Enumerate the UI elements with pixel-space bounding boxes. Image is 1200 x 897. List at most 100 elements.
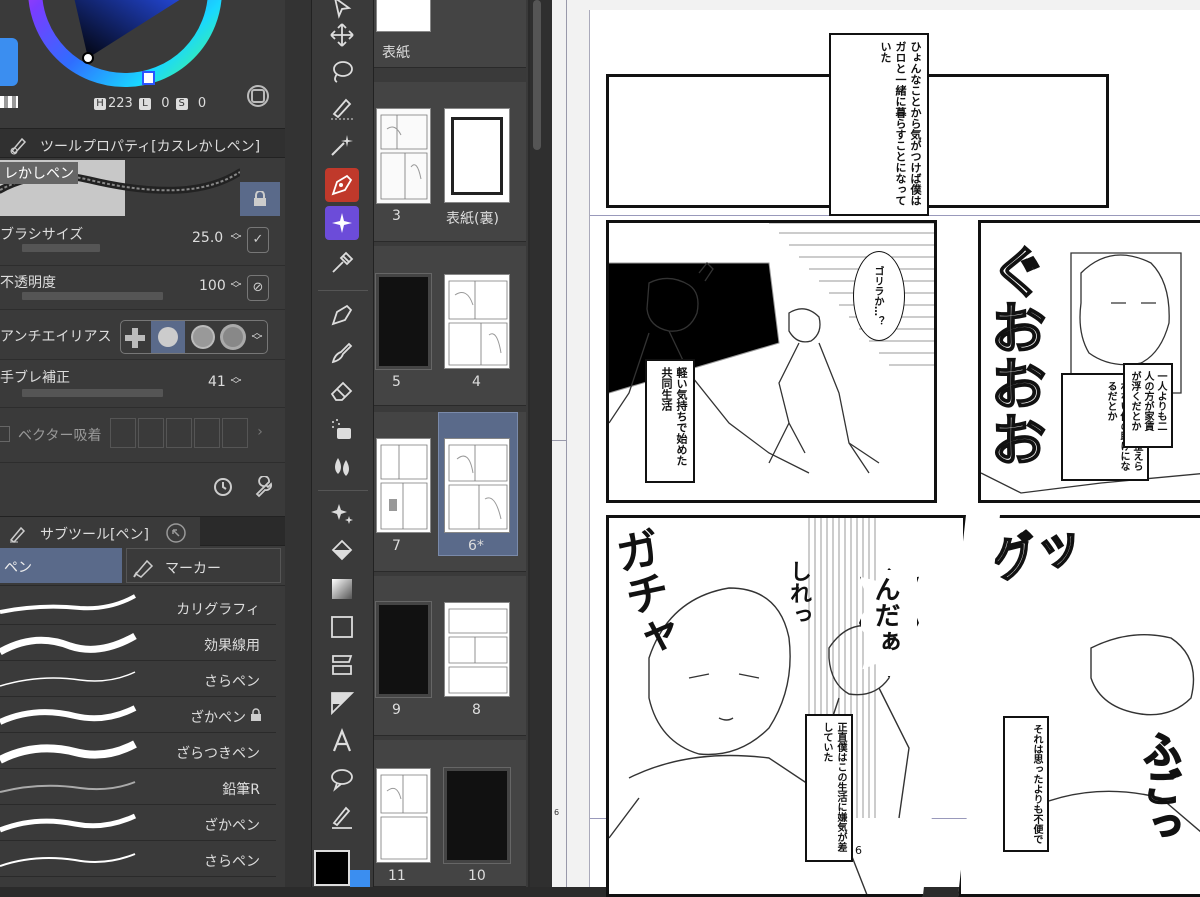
sub-color-chip[interactable] bbox=[350, 870, 370, 887]
brush-item[interactable]: ざかペン bbox=[0, 806, 276, 841]
brush-item[interactable]: さらペン bbox=[0, 842, 276, 877]
brush-item[interactable]: ざらつきペン bbox=[0, 734, 276, 769]
antialias-weak-option[interactable] bbox=[151, 321, 185, 353]
main-color-chip[interactable] bbox=[314, 850, 350, 886]
frame-tool[interactable] bbox=[325, 648, 359, 682]
page-thumbnail[interactable] bbox=[443, 767, 511, 864]
selection-pen-tool[interactable] bbox=[325, 90, 359, 124]
decoration-tool[interactable] bbox=[325, 496, 359, 530]
lasso-tool[interactable] bbox=[325, 54, 359, 88]
balloon-icon bbox=[331, 769, 353, 792]
canvas-area[interactable]: 6 ひょんなことから気がつけば僕はガロと一緒に暮らすことになっていた ゴリラか…… bbox=[552, 0, 1200, 897]
brush-item[interactable]: 効果線用 bbox=[0, 626, 276, 661]
antialias-none-icon[interactable] bbox=[125, 328, 145, 348]
page-label: 5 bbox=[392, 374, 401, 390]
antialias-medium-option[interactable] bbox=[193, 327, 213, 347]
brush-item[interactable]: 鉛筆R bbox=[0, 770, 276, 805]
page-label: 3 bbox=[392, 208, 401, 224]
page-thumbnail[interactable] bbox=[444, 108, 510, 203]
caption-box[interactable]: 軽い気持ちで始めた共同生活 bbox=[645, 359, 695, 483]
antialias-row[interactable]: アンチエイリアス ︿ ﹀ bbox=[0, 312, 285, 360]
history-icon[interactable] bbox=[212, 476, 234, 498]
brush-item[interactable]: さらペン bbox=[0, 662, 276, 697]
opacity-stepper[interactable]: ︿ ﹀ bbox=[230, 275, 242, 294]
ruler-tool[interactable] bbox=[325, 686, 359, 720]
balloon-tool[interactable] bbox=[325, 762, 359, 796]
page-list-scrollbar[interactable] bbox=[530, 0, 552, 887]
text-tool[interactable] bbox=[325, 724, 359, 758]
pen2-tool[interactable] bbox=[325, 298, 359, 332]
page-label: 表紙(裏) bbox=[446, 211, 499, 227]
pen-tool[interactable] bbox=[325, 168, 359, 202]
move-icon bbox=[330, 23, 354, 47]
brush-tool[interactable] bbox=[325, 336, 359, 370]
airbrush-tool[interactable] bbox=[325, 412, 359, 446]
caption-box[interactable]: それは思ったよりも不便で bbox=[1003, 716, 1049, 852]
stabilization-slider[interactable] bbox=[22, 389, 163, 397]
eraser-icon bbox=[330, 381, 353, 401]
opacity-slider[interactable] bbox=[22, 292, 163, 300]
vector-snap-row[interactable]: ベクター吸着 › bbox=[0, 412, 285, 456]
lock-button[interactable] bbox=[240, 182, 280, 216]
page-thumbnail[interactable] bbox=[444, 438, 510, 533]
page-thumbnail[interactable] bbox=[376, 768, 431, 863]
tab-pen[interactable]: ペン bbox=[0, 548, 122, 583]
stabilization-row[interactable]: 手ブレ補正 41 ︿ ﹀ bbox=[0, 362, 285, 408]
opacity-row[interactable]: 不透明度 100 ︿ ﹀ ⊘ bbox=[0, 266, 285, 310]
manga-panel[interactable]: グッ それは思ったよりも不便で ふごっ bbox=[958, 515, 1200, 897]
page-thumbnail[interactable] bbox=[376, 108, 431, 204]
brush-size-pressure-button[interactable]: ✓ bbox=[247, 227, 269, 253]
opacity-value[interactable]: 100 bbox=[199, 278, 226, 294]
antialias-stepper[interactable]: ︿ ﹀ bbox=[251, 327, 263, 346]
correct-line-icon bbox=[332, 806, 352, 829]
brush-size-slider[interactable] bbox=[22, 244, 100, 252]
panel-gap bbox=[285, 0, 311, 887]
blend-tool[interactable] bbox=[325, 450, 359, 484]
caption-box[interactable]: 一人よりも二人の方が家賃が浮くだとか bbox=[1123, 363, 1173, 448]
vector-snap-options[interactable]: › bbox=[110, 418, 270, 448]
gradient-tool[interactable] bbox=[325, 572, 359, 606]
manga-page[interactable]: 6 ひょんなことから気がつけば僕はガロと一緒に暮らすことになっていた ゴリラか…… bbox=[554, 10, 1200, 897]
page-thumbnail[interactable] bbox=[376, 438, 431, 533]
page-thumbnail[interactable] bbox=[444, 274, 510, 369]
brush-size-value[interactable]: 25.0 bbox=[192, 230, 223, 246]
manga-panel[interactable]: ぐおおお 生活リズムを整えられない僕の助けになるだとか 一人よりも二人の方が家賃… bbox=[978, 220, 1200, 503]
antialias-strong-option[interactable] bbox=[223, 327, 243, 347]
figure-tool[interactable] bbox=[325, 610, 359, 644]
brush-item[interactable]: カリグラフィ bbox=[0, 590, 276, 625]
page-thumbnail[interactable] bbox=[444, 602, 510, 697]
wrench-icon[interactable] bbox=[253, 476, 275, 498]
scrollbar-thumb[interactable] bbox=[533, 0, 541, 150]
subtool-menu-icon[interactable] bbox=[165, 522, 187, 544]
eraser-tool[interactable] bbox=[325, 374, 359, 408]
antialias-selector[interactable]: ︿ ﹀ bbox=[120, 320, 268, 354]
manga-panel[interactable]: ゴリラか…？ 軽い気持ちで始めた共同生活 bbox=[606, 220, 937, 503]
effect-tool[interactable] bbox=[325, 206, 359, 240]
opacity-pressure-button[interactable]: ⊘ bbox=[247, 275, 269, 301]
caption-box[interactable]: ひょんなことから気がつけば僕はガロと一緒に暮らすことになっていた bbox=[829, 33, 929, 216]
brush-size-stepper[interactable]: ︿ ﹀ bbox=[230, 227, 242, 246]
caption-box[interactable]: 正直僕はこの生活に嫌気が差していた bbox=[805, 714, 853, 862]
eyedropper-tool[interactable] bbox=[325, 246, 359, 280]
main-color-swatch[interactable] bbox=[0, 38, 18, 86]
subtool-tabs: ペン マーカー bbox=[0, 546, 285, 586]
page-thumbnail[interactable] bbox=[375, 601, 432, 698]
page-thumbnail[interactable] bbox=[375, 273, 432, 370]
move-tool[interactable] bbox=[325, 18, 359, 52]
transparent-swatch[interactable] bbox=[0, 96, 18, 108]
manga-panel[interactable]: ガチャ しれっ んだぁ 正直僕はこの生活に嫌気が差していた 6 bbox=[606, 515, 966, 897]
brush-size-row[interactable]: ブラシサイズ 25.0 ︿ ﹀ ✓ bbox=[0, 222, 285, 266]
page-thumbnail[interactable] bbox=[376, 0, 431, 32]
vector-snap-checkbox[interactable] bbox=[0, 426, 10, 442]
antialias-label: アンチエイリアス bbox=[0, 329, 112, 345]
auto-select-tool[interactable] bbox=[325, 128, 359, 162]
correct-line-tool[interactable] bbox=[325, 800, 359, 834]
tab-marker[interactable]: マーカー bbox=[126, 548, 281, 583]
speech-balloon[interactable]: ゴリラか…？ bbox=[853, 251, 905, 341]
stabilization-value[interactable]: 41 bbox=[208, 374, 226, 390]
gradient-icon bbox=[332, 579, 352, 599]
rectangle-icon bbox=[331, 616, 353, 638]
fill-tool[interactable] bbox=[325, 534, 359, 568]
stabilization-stepper[interactable]: ︿ ﹀ bbox=[230, 371, 242, 390]
brush-item[interactable]: ざかペン bbox=[0, 698, 276, 733]
